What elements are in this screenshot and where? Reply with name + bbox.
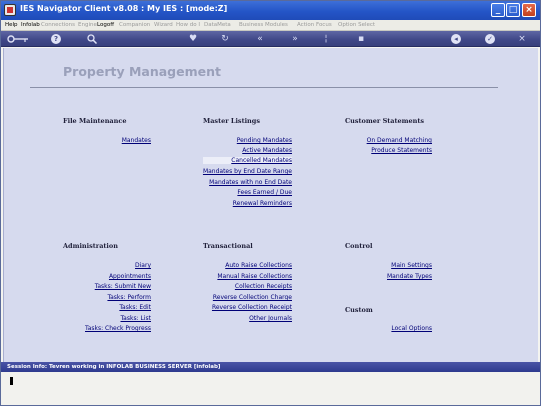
heart-icon[interactable]: ♥ (187, 32, 199, 46)
search-icon[interactable] (86, 32, 98, 46)
app-window: IES Navigator Client v8.08 : My IES : [m… (0, 0, 541, 406)
check-icon[interactable]: ✓ (485, 34, 495, 44)
title-bar[interactable]: IES Navigator Client v8.08 : My IES : [m… (1, 1, 540, 20)
link-renewal-reminders[interactable]: Renewal Reminders (233, 200, 292, 207)
refresh-icon[interactable]: ↻ (219, 32, 231, 46)
back-icon[interactable]: ◂ (451, 34, 461, 44)
link-appointments[interactable]: Appointments (109, 273, 151, 280)
menu-connections[interactable]: Connections (41, 22, 75, 28)
section-transactional: Transactional (203, 242, 253, 250)
menu-action-focus[interactable]: Action Focus (297, 22, 332, 28)
menu-wizard[interactable]: Wizard (154, 22, 173, 28)
close-icon[interactable]: × (517, 32, 527, 46)
link-fees-earned-due[interactable]: Fees Earned / Due (237, 189, 292, 196)
window-title: IES Navigator Client v8.08 : My IES : [m… (20, 4, 228, 13)
section-customer-statements: Customer Statements (345, 117, 425, 125)
link-manual-raise-collections[interactable]: Manual Raise Collections (217, 273, 292, 280)
link-other-journals[interactable]: Other Journals (249, 315, 292, 322)
section-administration: Administration (63, 242, 118, 250)
link-active-mandates[interactable]: Active Mandates (242, 147, 292, 154)
link-mandates-with-no-end-date[interactable]: Mandates with no End Date (209, 179, 292, 186)
command-area[interactable] (1, 372, 540, 405)
section-control: Control (345, 242, 373, 250)
link-auto-raise-collections[interactable]: Auto Raise Collections (225, 262, 292, 269)
text-cursor (10, 377, 13, 385)
menu-bar: Help Infolab Connections Engine Logoff C… (1, 20, 540, 31)
menu-infolab[interactable]: Infolab (21, 22, 40, 28)
menu-datameta[interactable]: DataMeta (204, 22, 231, 28)
link-produce-statements[interactable]: Produce Statements (371, 147, 432, 154)
minimize-button[interactable]: _ (491, 3, 505, 17)
link-mandates-by-end-date-range[interactable]: Mandates by End Date Range (203, 168, 292, 175)
menu-engine[interactable]: Engine (78, 22, 97, 28)
list-icon[interactable]: ▪ (355, 32, 367, 46)
link-on-demand-matching[interactable]: On Demand Matching (367, 137, 432, 144)
link-local-options[interactable]: Local Options (391, 325, 432, 332)
link-diary[interactable]: Diary (135, 262, 151, 269)
link-reverse-collection-receipt[interactable]: Reverse Collection Receipt (212, 304, 292, 311)
main-content: Property Management File Maintenance Man… (3, 48, 538, 362)
section-file-maintenance: File Maintenance (63, 117, 127, 125)
menu-help[interactable]: Help (5, 22, 18, 28)
rewind-icon[interactable]: « (253, 32, 267, 46)
close-button[interactable]: × (522, 3, 536, 17)
menu-logoff[interactable]: Logoff (97, 22, 114, 28)
link-collection-receipts[interactable]: Collection Receipts (235, 283, 292, 290)
link-pending-mandates[interactable]: Pending Mandates (237, 137, 292, 144)
menu-business-modules[interactable]: Business Modules (239, 22, 288, 28)
page-title: Property Management (63, 64, 221, 79)
status-bar: Session Info: Tevren working in INFOLAB … (1, 362, 540, 372)
help-icon[interactable]: ? (51, 34, 61, 44)
menu-companion[interactable]: Companion (119, 22, 150, 28)
menu-how-do-i[interactable]: How do I (176, 22, 200, 28)
link-main-settings[interactable]: Main Settings (391, 262, 432, 269)
link-tasks-edit[interactable]: Tasks: Edit (119, 304, 151, 311)
link-tasks-check-progress[interactable]: Tasks: Check Progress (85, 325, 151, 332)
info-icon[interactable]: ¦ (321, 32, 331, 46)
forward-icon[interactable]: » (288, 32, 302, 46)
link-mandates[interactable]: Mandates (122, 137, 151, 144)
title-divider (30, 87, 498, 88)
section-master-listings: Master Listings (203, 117, 260, 125)
app-icon (4, 4, 16, 16)
link-cancelled-mandates[interactable]: Cancelled Mandates (203, 157, 292, 164)
link-reverse-collection-charge[interactable]: Reverse Collection Charge (213, 294, 292, 301)
link-mandate-types[interactable]: Mandate Types (387, 273, 432, 280)
link-tasks-submit-new[interactable]: Tasks: Submit New (95, 283, 151, 290)
menu-option-select[interactable]: Option Select (338, 22, 375, 28)
toolbar: ? ♥ ↻ « » ¦ ▪ ◂ ✓ × (1, 31, 540, 47)
link-tasks-list[interactable]: Tasks: List (121, 315, 152, 322)
maximize-button[interactable]: □ (506, 3, 520, 17)
key-icon[interactable] (7, 32, 29, 46)
section-custom: Custom (345, 306, 373, 314)
link-tasks-perform[interactable]: Tasks: Perform (107, 294, 151, 301)
